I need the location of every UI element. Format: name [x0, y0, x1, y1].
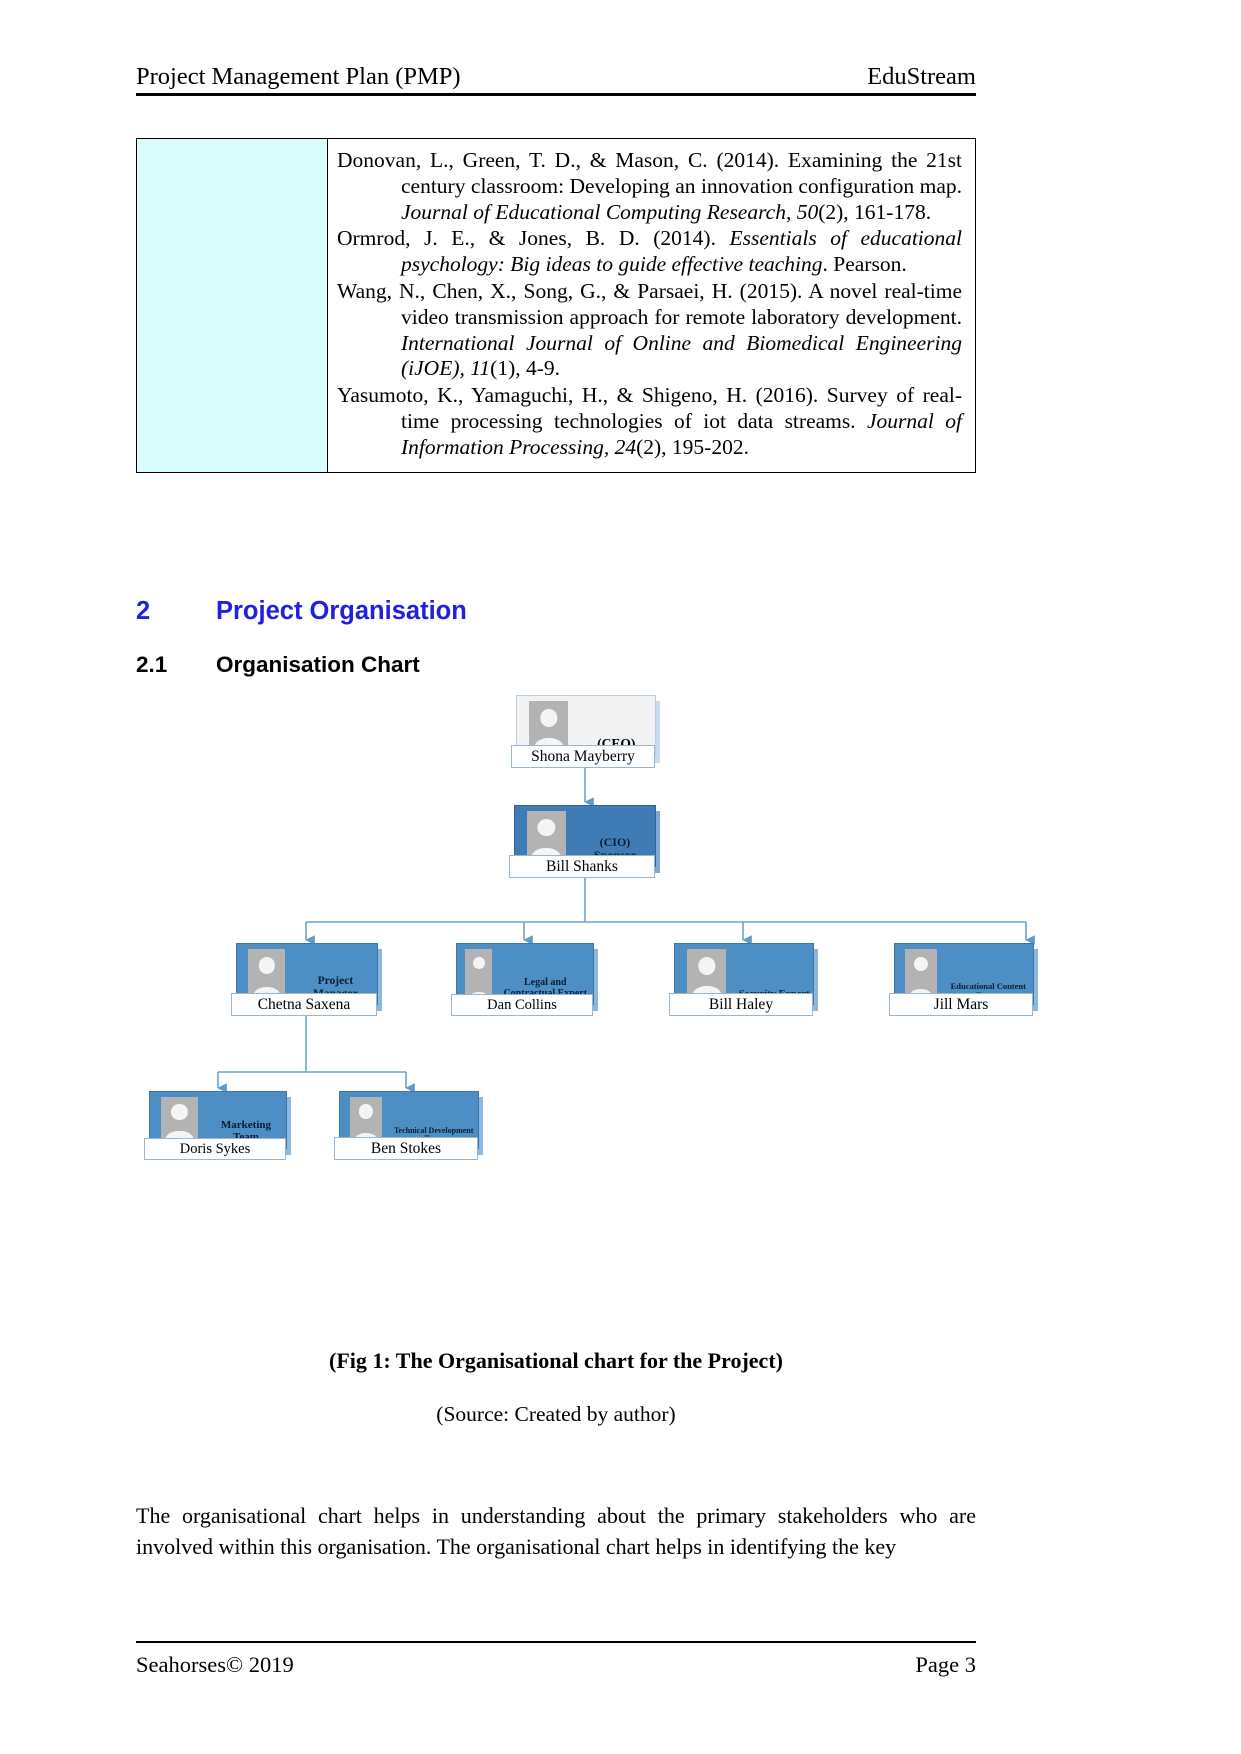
- org-node-cio[interactable]: (CIO) SponsorBill Shanks: [509, 805, 660, 878]
- org-node-name: Ben Stokes: [334, 1137, 478, 1160]
- reference-entry: Ormrod, J. E., & Jones, B. D. (2014). Es…: [337, 226, 962, 278]
- avatar-head: [537, 819, 556, 837]
- header-document-title: Project Management Plan (PMP): [136, 63, 461, 90]
- subsection-number: 2.1: [136, 652, 168, 677]
- reference-text: (2), 161-178.: [818, 199, 932, 224]
- avatar-head: [258, 957, 276, 974]
- reference-text: Wang, N., Chen, X., Song, G., & Parsaei,…: [337, 278, 962, 329]
- avatar-head: [698, 957, 716, 975]
- page-footer: Seahorses© 2019 Page 3: [136, 1650, 976, 1684]
- org-node-legal[interactable]: Legal and Contractual ExpertDan Collins: [451, 943, 598, 1016]
- person-avatar-icon: [529, 701, 569, 751]
- org-node-name: Chetna Saxena: [231, 993, 377, 1016]
- reference-title-italic: Journal of Educational Computing Researc…: [401, 199, 786, 224]
- header-divider: [136, 93, 976, 96]
- figure-caption: (Fig 1: The Organisational chart for the…: [329, 1348, 783, 1373]
- figure-source: (Source: Created by author): [436, 1402, 676, 1426]
- org-node-ceo[interactable]: (CEO) Shona Mayberry: [511, 695, 660, 768]
- organisation-chart-figure: (CEO)Shona Mayberry (CIO) SponsorBill Sha…: [136, 695, 1106, 1170]
- org-node-name: Jill Mars: [889, 993, 1033, 1016]
- org-node-name: Shona Mayberry: [511, 745, 655, 768]
- footer-copyright: Seahorses© 2019: [136, 1652, 294, 1677]
- section-heading-project-organisation: 2 Project Organisation: [136, 597, 976, 626]
- header-project-name: EduStream: [867, 63, 976, 90]
- footer-divider: [136, 1641, 976, 1643]
- org-node-name: Bill Shanks: [509, 855, 655, 878]
- avatar-head: [359, 1104, 374, 1119]
- subsection-heading-organisation-chart: 2.1 Organisation Chart: [136, 652, 976, 678]
- org-node-tech[interactable]: Technical Development TeamBen Stokes: [334, 1091, 483, 1160]
- section-number: 2: [136, 597, 151, 625]
- reference-title-italic: International Journal of Online and Biom…: [401, 330, 962, 381]
- reference-list: Donovan, L., Green, T. D., & Mason, C. (…: [337, 148, 962, 461]
- reference-text: (1), 4-9.: [490, 356, 561, 381]
- references-table-right-cell: Donovan, L., Green, T. D., & Mason, C. (…: [328, 139, 975, 472]
- reference-text: ,: [785, 199, 797, 224]
- org-node-mkt[interactable]: Marketing TeamDoris Sykes: [144, 1091, 291, 1160]
- references-table: Donovan, L., Green, T. D., & Mason, C. (…: [136, 138, 976, 473]
- person-avatar-icon: [687, 949, 727, 999]
- person-avatar-icon: [161, 1097, 198, 1143]
- footer-page-number: Page 3: [915, 1652, 976, 1677]
- reference-text: (2), 195-202.: [636, 434, 749, 459]
- subsection-title: Organisation Chart: [216, 652, 420, 677]
- reference-entry: Donovan, L., Green, T. D., & Mason, C. (…: [337, 148, 962, 225]
- person-avatar-icon: [904, 949, 937, 999]
- org-node-name: Dan Collins: [451, 994, 593, 1016]
- reference-text: Donovan, L., Green, T. D., & Mason, C. (…: [337, 148, 962, 198]
- person-avatar-icon: [248, 949, 286, 999]
- person-avatar-icon: [526, 811, 566, 861]
- reference-entry: Wang, N., Chen, X., Song, G., & Parsaei,…: [337, 279, 962, 382]
- org-node-pm[interactable]: Project ManagerChetna Saxena: [231, 943, 382, 1016]
- page-header: Project Management Plan (PMP) EduStream: [136, 62, 976, 102]
- body-paragraph: The organisational chart helps in unders…: [136, 1503, 976, 1559]
- org-node-name: Bill Haley: [669, 993, 813, 1016]
- reference-entry: Yasumoto, K., Yamaguchi, H., & Shigeno, …: [337, 383, 962, 460]
- document-page: Project Management Plan (PMP) EduStream …: [0, 0, 1241, 1754]
- reference-title-italic: 50: [796, 199, 819, 224]
- avatar-head: [171, 1104, 188, 1121]
- person-avatar-icon: [465, 949, 493, 999]
- section-title: Project Organisation: [216, 597, 467, 625]
- org-node-content[interactable]: Educational Content ExpertJill Mars: [889, 943, 1038, 1016]
- avatar-head: [540, 709, 558, 727]
- avatar-head: [472, 957, 485, 970]
- references-table-left-cell: [137, 139, 328, 472]
- reference-text: Ormrod, J. E., & Jones, B. D. (2014).: [337, 226, 730, 251]
- avatar-head: [913, 957, 928, 972]
- org-node-sec[interactable]: Security ExpertBill Haley: [669, 943, 818, 1016]
- org-node-name: Doris Sykes: [144, 1138, 286, 1160]
- reference-text: . Pearson.: [822, 252, 907, 277]
